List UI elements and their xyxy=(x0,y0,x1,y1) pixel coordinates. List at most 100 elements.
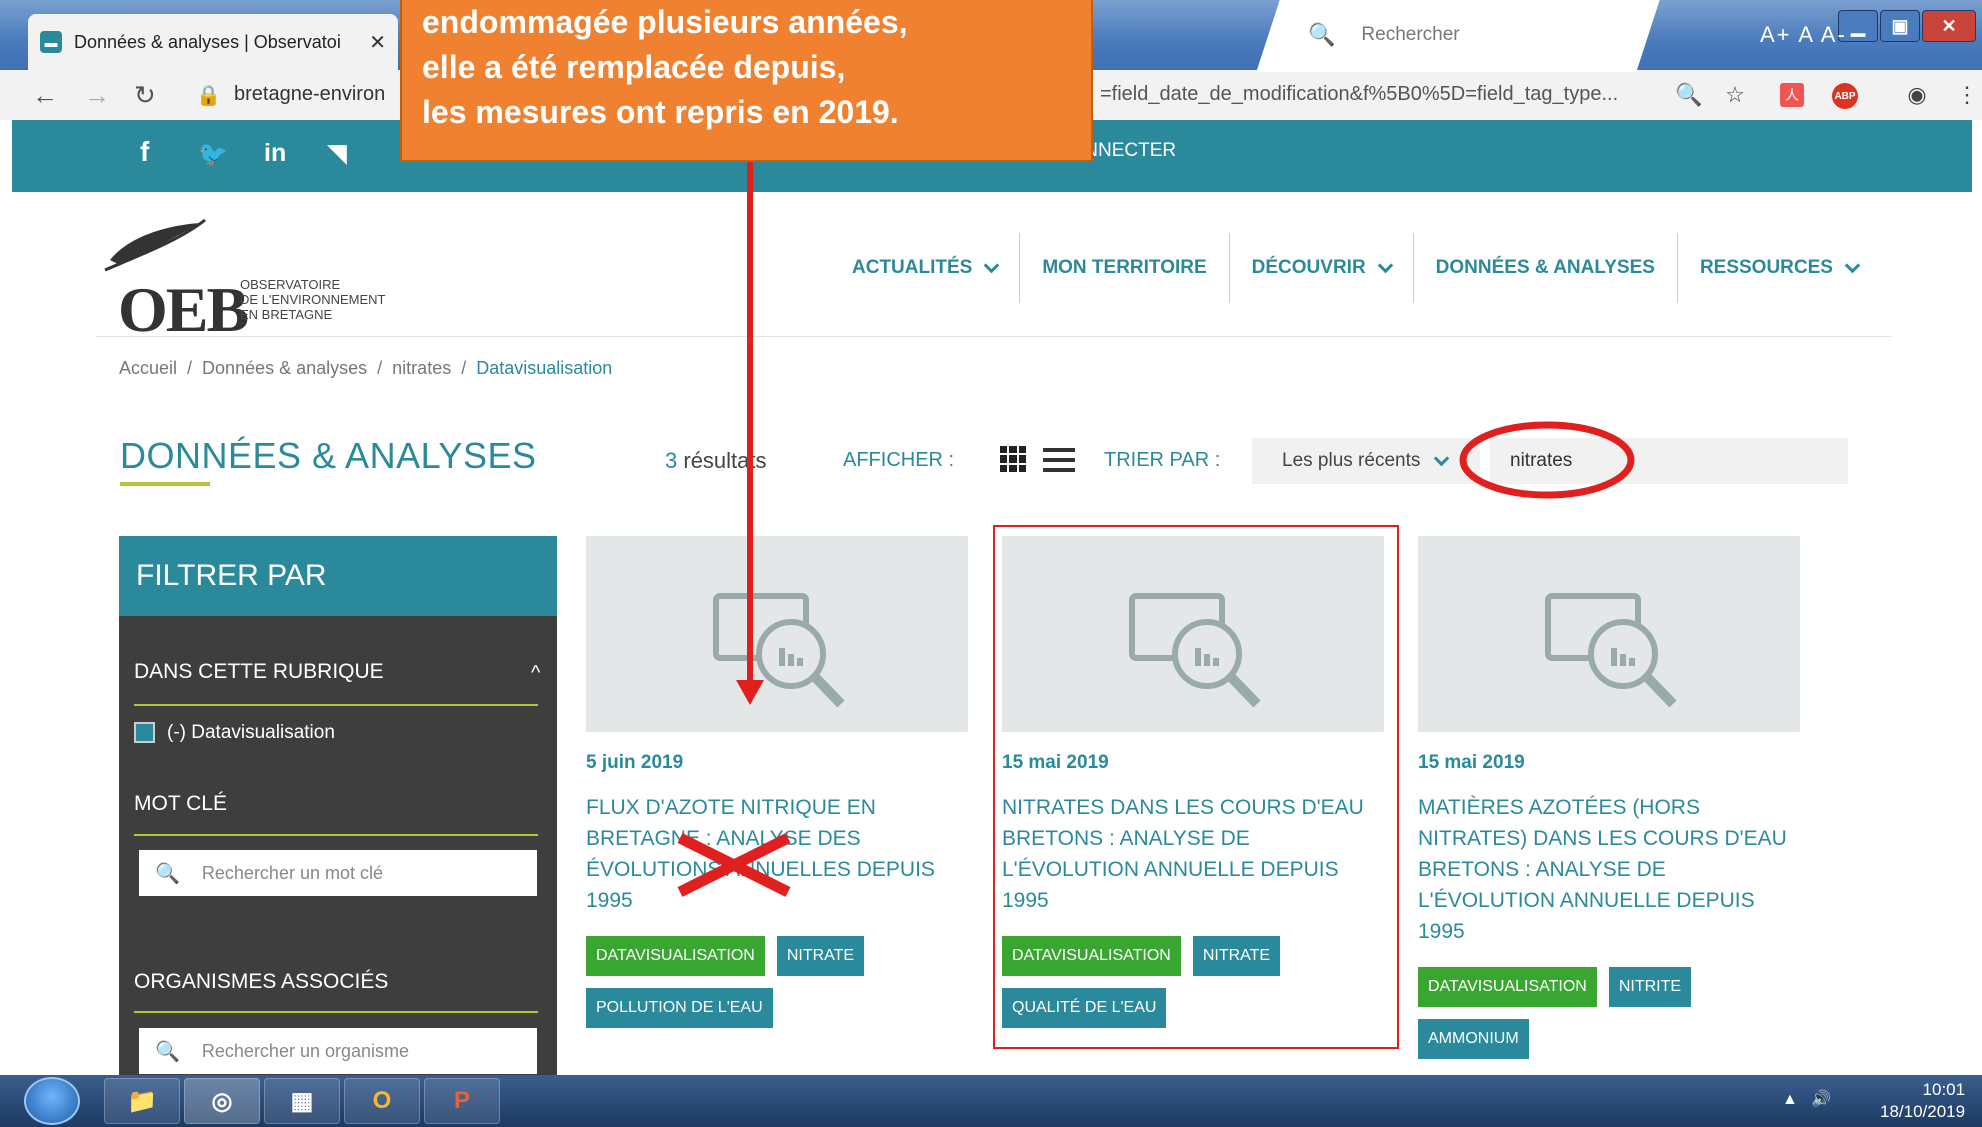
card-thumbnail[interactable] xyxy=(1418,536,1800,732)
tag[interactable]: DATAVISUALISATION xyxy=(1418,967,1597,1007)
section-divider xyxy=(134,834,538,836)
nav-donnees-analyses[interactable]: DONNÉES & ANALYSES xyxy=(1414,233,1678,303)
tag[interactable]: DATAVISUALISATION xyxy=(1002,936,1181,976)
list-view-icon[interactable] xyxy=(1043,448,1075,472)
tab-title: Données & analyses | Observatoi xyxy=(74,31,341,52)
card-thumbnail[interactable] xyxy=(586,536,968,732)
grid-view-icon[interactable] xyxy=(1000,446,1026,472)
card-date: 15 mai 2019 xyxy=(1418,752,1525,773)
nav-ressources[interactable]: RESSOURCES xyxy=(1678,233,1880,303)
system-clock[interactable]: 10:01 18/10/2019 xyxy=(1880,1079,1965,1123)
tag[interactable]: NITRITE xyxy=(1608,967,1692,1007)
nav-mon-territoire[interactable]: MON TERRITOIRE xyxy=(1020,233,1230,303)
filter-heading: FILTRER PAR xyxy=(119,536,557,616)
tag[interactable]: AMMONIUM xyxy=(1418,1019,1529,1059)
breadcrumb: Accueil / Données & analyses / nitrates / D… xyxy=(119,358,613,379)
breadcrumb-current: Datavisualisation xyxy=(476,358,613,378)
search-icon: 🔍 xyxy=(155,1040,180,1063)
font-size-controls[interactable]: A+ A A- xyxy=(1760,22,1847,48)
chrome-icon[interactable]: ◎ xyxy=(184,1078,260,1124)
maximize-window-button[interactable]: ▣ xyxy=(1880,10,1920,42)
adblock-extension-icon[interactable]: ABP xyxy=(1832,83,1858,109)
organisme-search-input[interactable]: 🔍 Rechercher un organisme xyxy=(139,1028,537,1074)
close-tab-icon[interactable]: ✕ xyxy=(369,30,386,55)
display-label: AFFICHER : xyxy=(843,449,955,471)
chevron-down-icon xyxy=(1377,257,1393,274)
card-title[interactable]: FLUX D'AZOTE NITRIQUE EN BRETAGNE : ANAL… xyxy=(586,792,968,916)
breadcrumb-nitrates[interactable]: nitrates xyxy=(392,358,451,379)
section-organismes: ORGANISMES ASSOCIÉS xyxy=(134,970,389,993)
back-arrow-icon[interactable]: ← xyxy=(32,70,58,120)
forward-arrow-icon[interactable]: → xyxy=(84,70,110,120)
zoom-icon[interactable]: 🔍 xyxy=(1672,78,1706,112)
rss-icon[interactable]: ◥ xyxy=(328,139,346,168)
section-motcle: MOT CLÉ xyxy=(134,792,227,815)
card-title[interactable]: NITRATES DANS LES COURS D'EAU BRETONS : … xyxy=(1002,792,1384,916)
start-button-icon[interactable] xyxy=(24,1077,80,1125)
data-magnifier-icon xyxy=(1545,593,1677,708)
header-divider xyxy=(96,336,1891,337)
nav-actualites[interactable]: ACTUALITÉS xyxy=(830,233,1021,303)
section-divider xyxy=(134,704,538,706)
data-magnifier-icon xyxy=(713,593,845,708)
top-search-input[interactable]: 🔍 Rechercher xyxy=(1308,22,1460,48)
windows-taskbar: 📁 ◎ ▦ O P ▲ 🔊 10:01 18/10/2019 xyxy=(0,1075,1982,1127)
datavisualisation-filter-label[interactable]: (-) Datavisualisation xyxy=(167,722,335,744)
breadcrumb-donnees[interactable]: Données & analyses xyxy=(202,358,367,379)
card-tags: DATAVISUALISATION NITRITE AMMONIUM xyxy=(1418,967,1758,1059)
title-underline xyxy=(120,482,210,486)
nav-decouvrir[interactable]: DÉCOUVRIR xyxy=(1230,233,1414,303)
keyword-search-input[interactable]: 🔍 Rechercher un mot clé xyxy=(139,850,537,896)
tag[interactable]: NITRATE xyxy=(1192,936,1281,976)
tag[interactable]: POLLUTION DE L'EAU xyxy=(586,988,773,1028)
url-params[interactable]: =field_date_de_modification&f%5B0%5D=fie… xyxy=(1100,83,1618,106)
datavisualisation-checkbox[interactable] xyxy=(134,722,155,743)
tag[interactable]: DATAVISUALISATION xyxy=(586,936,765,976)
result-card[interactable]: 15 mai 2019 MATIÈRES AZOTÉES (HORS NITRA… xyxy=(1418,536,1800,1059)
main-navigation: ACTUALITÉS MON TERRITOIRE DÉCOUVRIR DONN… xyxy=(830,233,1880,303)
tray-icons[interactable]: ▲ 🔊 xyxy=(1782,1089,1831,1109)
file-explorer-icon[interactable]: 📁 xyxy=(104,1078,180,1124)
section-rubrique[interactable]: DANS CETTE RUBRIQUE xyxy=(134,660,384,684)
keyword-filter-input[interactable]: nitrates xyxy=(1490,438,1848,484)
tag[interactable]: QUALITÉ DE L'EAU xyxy=(1002,988,1167,1028)
card-date: 15 mai 2019 xyxy=(1002,752,1109,773)
linkedin-icon[interactable]: in xyxy=(264,139,286,168)
bookmark-star-icon[interactable]: ☆ xyxy=(1718,78,1752,112)
search-icon: 🔍 xyxy=(1308,22,1336,47)
facebook-icon[interactable]: f xyxy=(140,136,149,168)
twitter-icon[interactable]: 🐦 xyxy=(198,140,228,169)
chevron-down-icon xyxy=(984,257,1000,274)
url-domain[interactable]: bretagne-environ xyxy=(234,83,385,106)
chevron-down-icon xyxy=(1434,450,1450,467)
menu-dots-icon[interactable]: ⋮ xyxy=(1950,78,1982,112)
reload-icon[interactable]: ↻ xyxy=(134,70,156,120)
outlook-icon[interactable]: O xyxy=(344,1078,420,1124)
browser-tab[interactable]: ▬ Données & analyses | Observatoi ✕ xyxy=(28,14,398,70)
breadcrumb-accueil[interactable]: Accueil xyxy=(119,358,177,379)
calculator-icon[interactable]: ▦ xyxy=(264,1078,340,1124)
profile-icon[interactable]: ◉ xyxy=(1900,78,1934,112)
tag[interactable]: NITRATE xyxy=(776,936,865,976)
card-thumbnail[interactable] xyxy=(1002,536,1384,732)
card-title[interactable]: MATIÈRES AZOTÉES (HORS NITRATES) DANS LE… xyxy=(1418,792,1800,947)
sort-select[interactable]: Les plus récents xyxy=(1252,438,1480,484)
sort-label: TRIER PAR : xyxy=(1104,449,1221,471)
section-divider xyxy=(134,1011,538,1013)
collapse-caret-icon[interactable]: ^ xyxy=(531,662,540,685)
result-card[interactable]: 15 mai 2019 NITRATES DANS LES COURS D'EA… xyxy=(1002,536,1384,1028)
powerpoint-icon[interactable]: P xyxy=(424,1078,500,1124)
page-title: DONNÉES & ANALYSES xyxy=(120,435,537,476)
chevron-down-icon xyxy=(1844,257,1861,274)
results-count: 3 résultats xyxy=(665,448,767,473)
top-search-placeholder: Rechercher xyxy=(1361,24,1460,45)
result-card[interactable]: 5 juin 2019 FLUX D'AZOTE NITRIQUE EN BRE… xyxy=(586,536,968,1028)
screen: ▬ Données & analyses | Observatoi ✕ ▁ ▣ … xyxy=(0,0,1982,1127)
pdf-extension-icon[interactable]: 人 xyxy=(1780,83,1804,107)
card-date: 5 juin 2019 xyxy=(586,752,684,773)
lock-icon: 🔒 xyxy=(196,84,221,107)
close-window-button[interactable]: ✕ xyxy=(1922,10,1976,42)
data-magnifier-icon xyxy=(1129,593,1261,708)
annotation-callout: endommagée plusieurs années, elle a été … xyxy=(400,0,1093,162)
search-icon: 🔍 xyxy=(155,862,180,885)
